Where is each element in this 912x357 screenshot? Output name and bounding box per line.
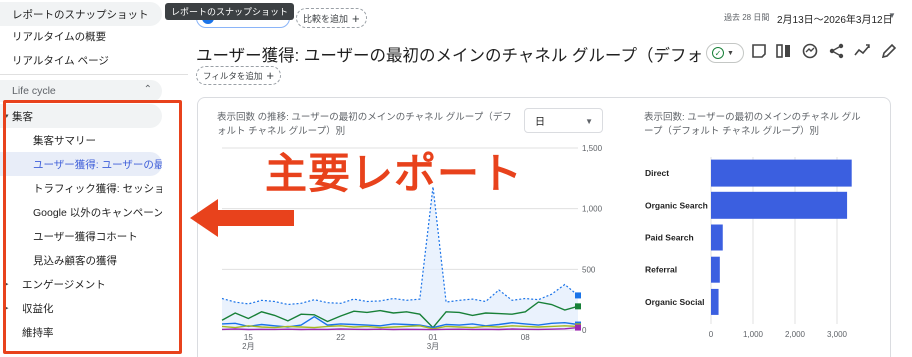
y-tick-label: 1,000 [582,205,603,214]
series-end-marker [575,324,581,331]
bar [711,159,852,187]
bar [711,256,720,283]
x-tick-label: 22 [336,333,345,342]
tooltip: レポートのスナップショット [165,3,295,20]
x-tick-label: 1,000 [743,330,764,339]
x-tick-month: 3月 [427,342,439,351]
annotation-label: 主要レポート [265,149,524,198]
category-label: Direct [645,168,669,178]
x-tick-label: 15 [244,333,253,342]
x-tick-month: 2月 [242,342,254,351]
left-arrow-icon [190,199,294,237]
category-label: Referral [645,265,677,275]
category-label: Paid Search [645,233,694,243]
series-end-marker [575,303,581,310]
y-tick-label: 0 [582,326,587,335]
x-tick-label: 01 [429,333,438,342]
bar [711,288,719,315]
y-tick-label: 1,500 [582,144,603,153]
x-tick-label: 0 [709,330,714,339]
x-tick-label: 2,000 [785,330,806,339]
bar [711,224,723,251]
x-tick-label: 3,000 [827,330,848,339]
y-tick-label: 500 [582,265,596,274]
category-label: Organic Social [645,297,705,307]
bar [711,191,848,219]
category-label: Organic Search [645,200,708,210]
x-tick-label: 08 [521,333,530,342]
series-end-marker [575,292,581,299]
